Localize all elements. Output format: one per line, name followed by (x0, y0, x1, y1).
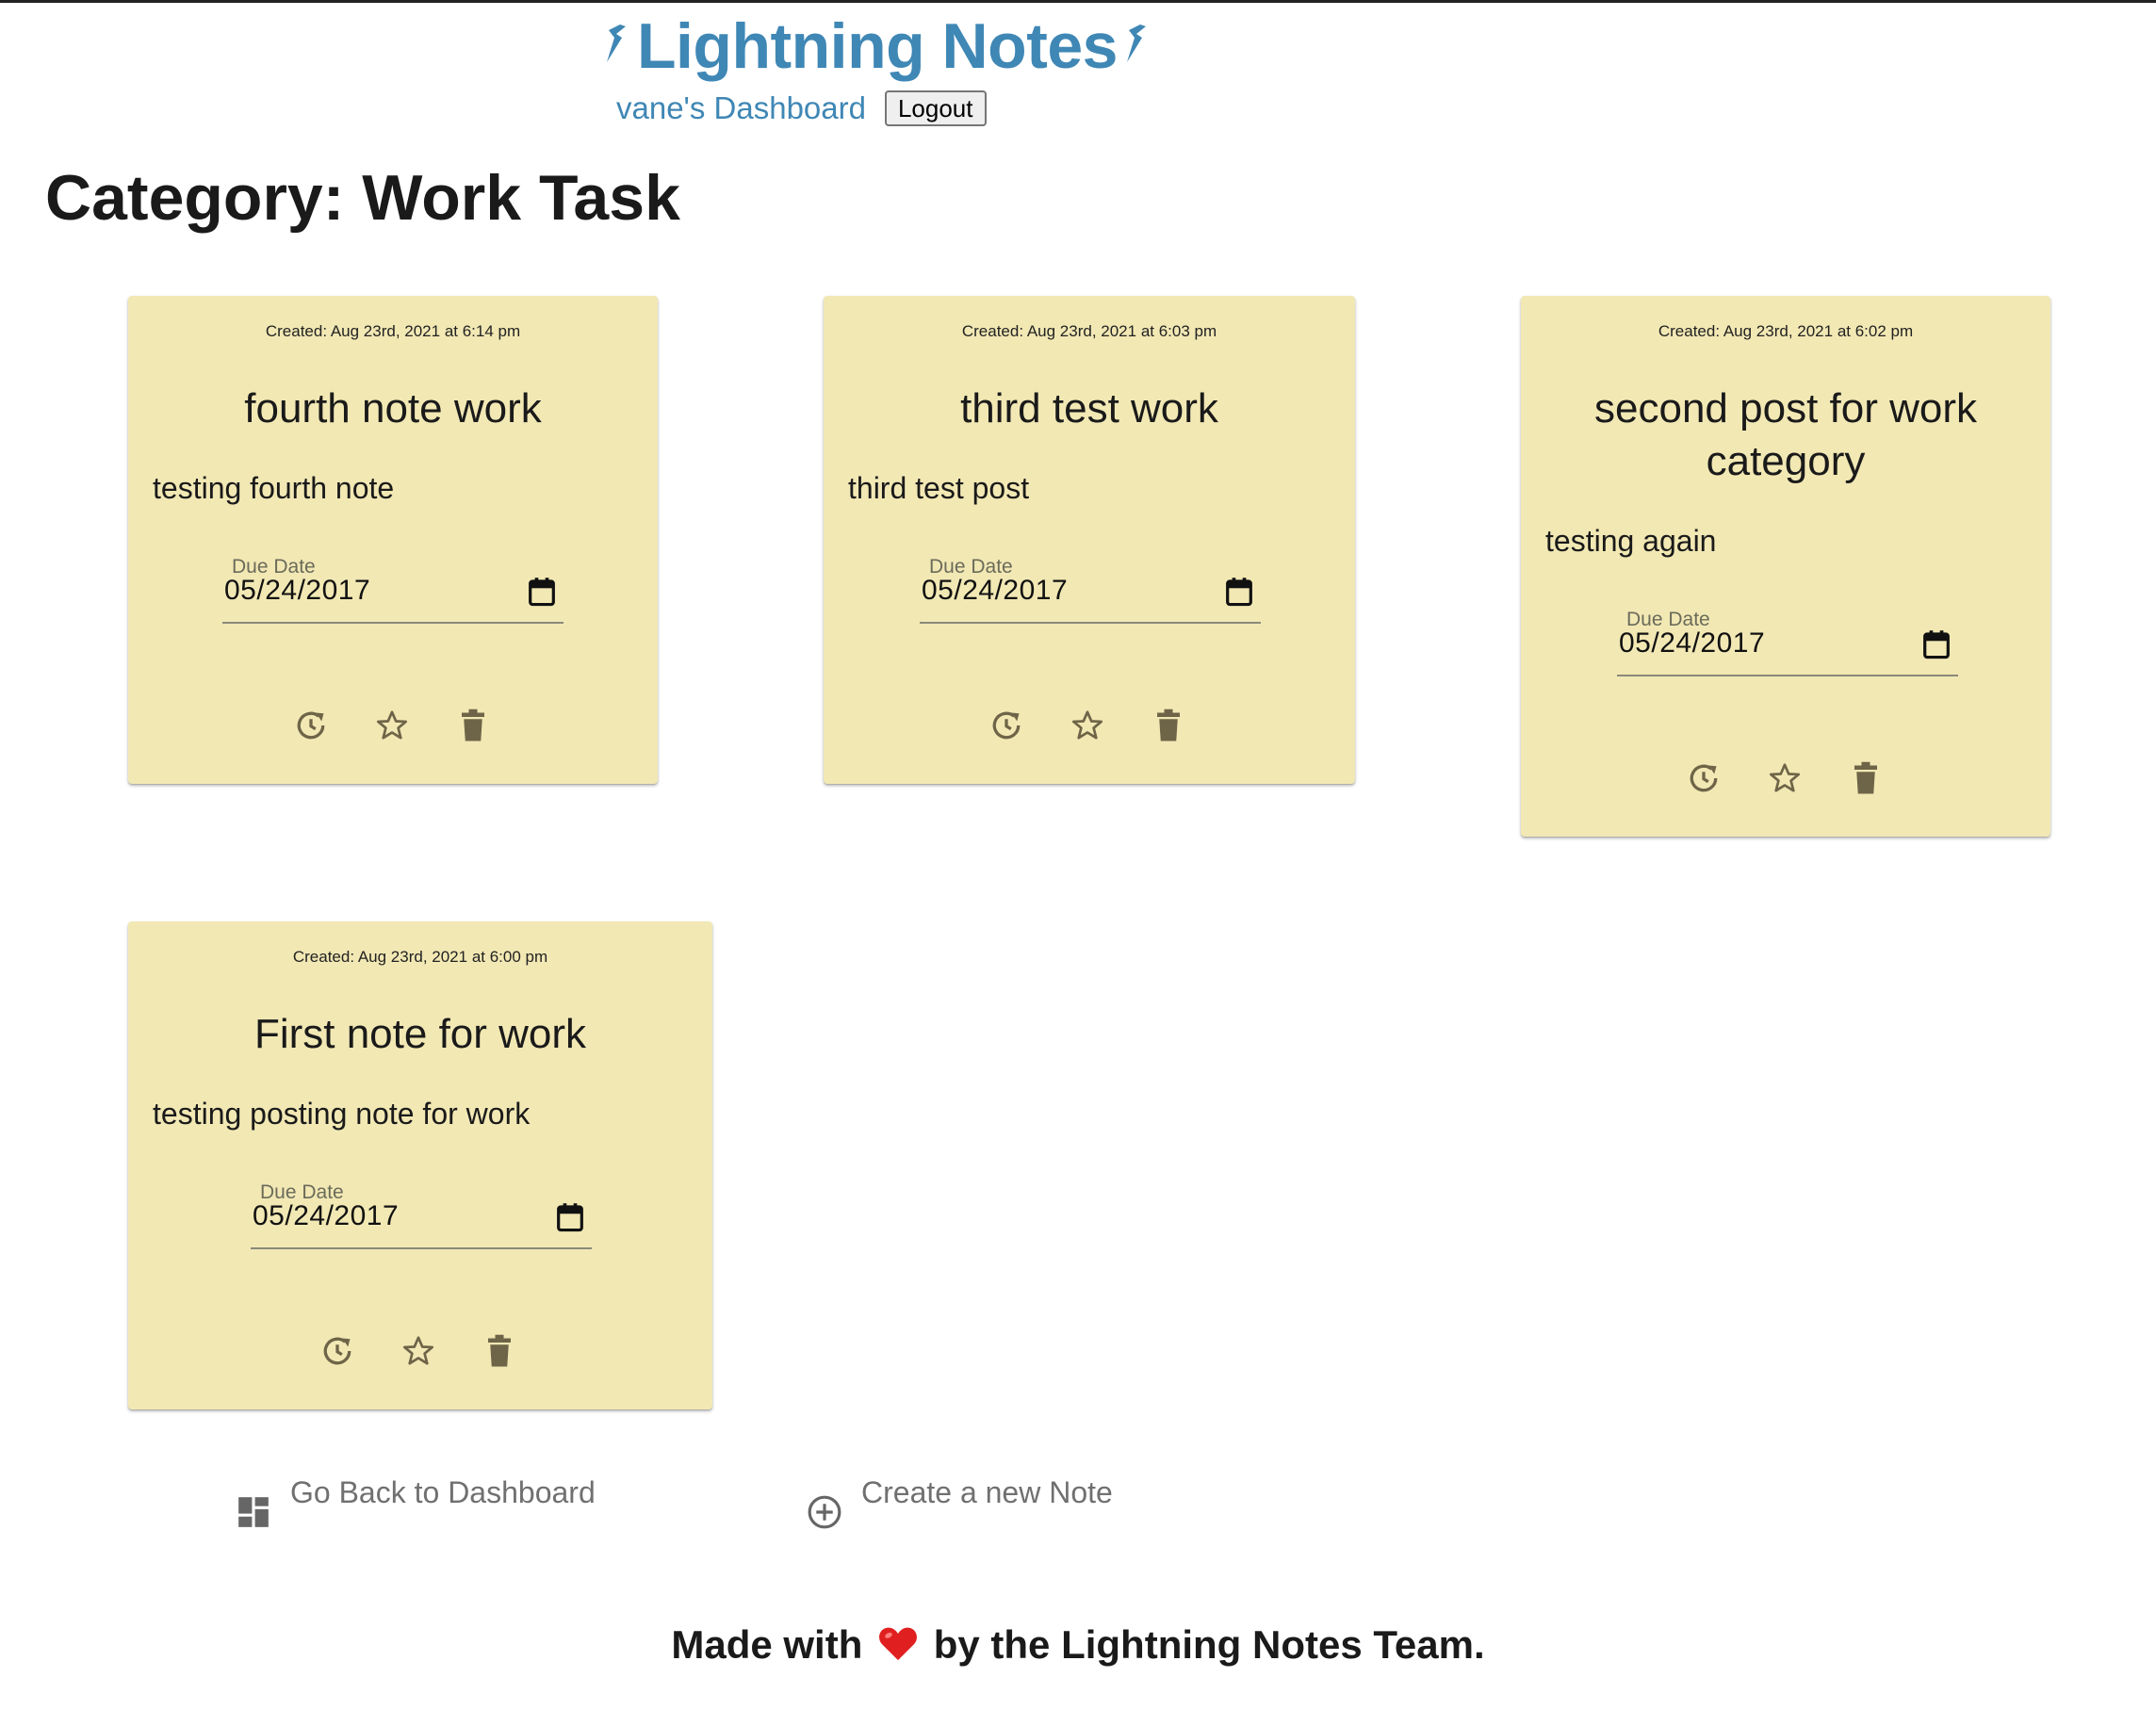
star-outline-icon[interactable] (375, 707, 409, 744)
lightning-bolt-icon (1126, 24, 1148, 68)
footer-suffix: by the Lightning Notes Team. (933, 1622, 1485, 1667)
note-actions (1687, 759, 1883, 797)
note-body: third test post (848, 471, 1030, 505)
history-icon[interactable] (1687, 759, 1721, 797)
user-bar: vane's Dashboard Logout (616, 90, 987, 126)
note-card: Created: Aug 23rd, 2021 at 6:02 pm secon… (1521, 296, 2050, 837)
dashboard-link[interactable]: vane's Dashboard (616, 90, 866, 126)
due-date-field[interactable]: Due Date 05/24/2017 (920, 556, 1261, 624)
footer: Made with by the Lightning Notes Team. (0, 1622, 2156, 1668)
heart-icon (877, 1624, 919, 1662)
footer-prefix: Made with (671, 1622, 863, 1667)
note-created-date: Created: Aug 23rd, 2021 at 6:00 pm (292, 948, 548, 966)
note-created-date: Created: Aug 23rd, 2021 at 6:02 pm (1658, 322, 1914, 340)
go-back-dashboard-label: Go Back to Dashboard (290, 1475, 596, 1509)
note-title: third test work (960, 385, 1218, 432)
due-date-value[interactable]: 05/24/2017 (1619, 627, 1765, 659)
page-title: Category: Work Task (45, 162, 680, 234)
brand-header: Lightning Notes (607, 9, 1148, 83)
note-card: Created: Aug 23rd, 2021 at 6:00 pm First… (128, 921, 712, 1409)
due-date-field[interactable]: Due Date 05/24/2017 (222, 556, 564, 624)
trash-icon[interactable] (1849, 759, 1883, 797)
due-date-value[interactable]: 05/24/2017 (224, 575, 370, 607)
history-icon[interactable] (989, 707, 1023, 744)
create-note-link[interactable]: Create a new Note (807, 1475, 1113, 1530)
due-date-value[interactable]: 05/24/2017 (922, 575, 1068, 607)
note-title: First note for work (253, 1011, 587, 1057)
note-body: testing again (1545, 524, 1717, 558)
note-body: testing posting note for work (153, 1097, 531, 1131)
note-actions (320, 1332, 516, 1370)
trash-icon[interactable] (456, 707, 490, 744)
trash-icon[interactable] (482, 1332, 516, 1370)
go-back-dashboard-link[interactable]: Go Back to Dashboard (236, 1475, 596, 1530)
due-date-field[interactable]: Due Date 05/24/2017 (1617, 609, 1958, 676)
note-created-date: Created: Aug 23rd, 2021 at 6:14 pm (265, 322, 521, 340)
add-circle-icon (807, 1494, 842, 1530)
calendar-icon[interactable] (528, 577, 556, 607)
note-body: testing fourth note (153, 471, 395, 505)
dashboard-icon (236, 1494, 271, 1530)
create-note-label: Create a new Note (861, 1475, 1113, 1509)
top-border (0, 0, 2156, 3)
history-icon[interactable] (294, 707, 328, 744)
calendar-icon[interactable] (1922, 629, 1951, 659)
logout-button[interactable]: Logout (884, 90, 987, 126)
note-title: fourth note work (244, 385, 542, 432)
star-outline-icon[interactable] (1070, 707, 1104, 744)
due-date-field[interactable]: Due Date 05/24/2017 (251, 1181, 592, 1249)
note-card: Created: Aug 23rd, 2021 at 6:03 pm third… (824, 296, 1355, 784)
note-actions (294, 707, 490, 744)
note-created-date: Created: Aug 23rd, 2021 at 6:03 pm (961, 322, 1217, 340)
star-outline-icon[interactable] (1768, 759, 1802, 797)
trash-icon[interactable] (1152, 707, 1185, 744)
brand-title: Lightning Notes (637, 10, 1118, 82)
lightning-bolt-icon (607, 24, 628, 68)
note-actions (989, 707, 1185, 744)
due-date-value[interactable]: 05/24/2017 (253, 1200, 399, 1232)
note-title: second post for work category (1594, 385, 1977, 484)
note-card: Created: Aug 23rd, 2021 at 6:14 pm fourt… (128, 296, 658, 784)
calendar-icon[interactable] (556, 1202, 584, 1232)
calendar-icon[interactable] (1225, 577, 1253, 607)
star-outline-icon[interactable] (401, 1332, 435, 1370)
history-icon[interactable] (320, 1332, 354, 1370)
